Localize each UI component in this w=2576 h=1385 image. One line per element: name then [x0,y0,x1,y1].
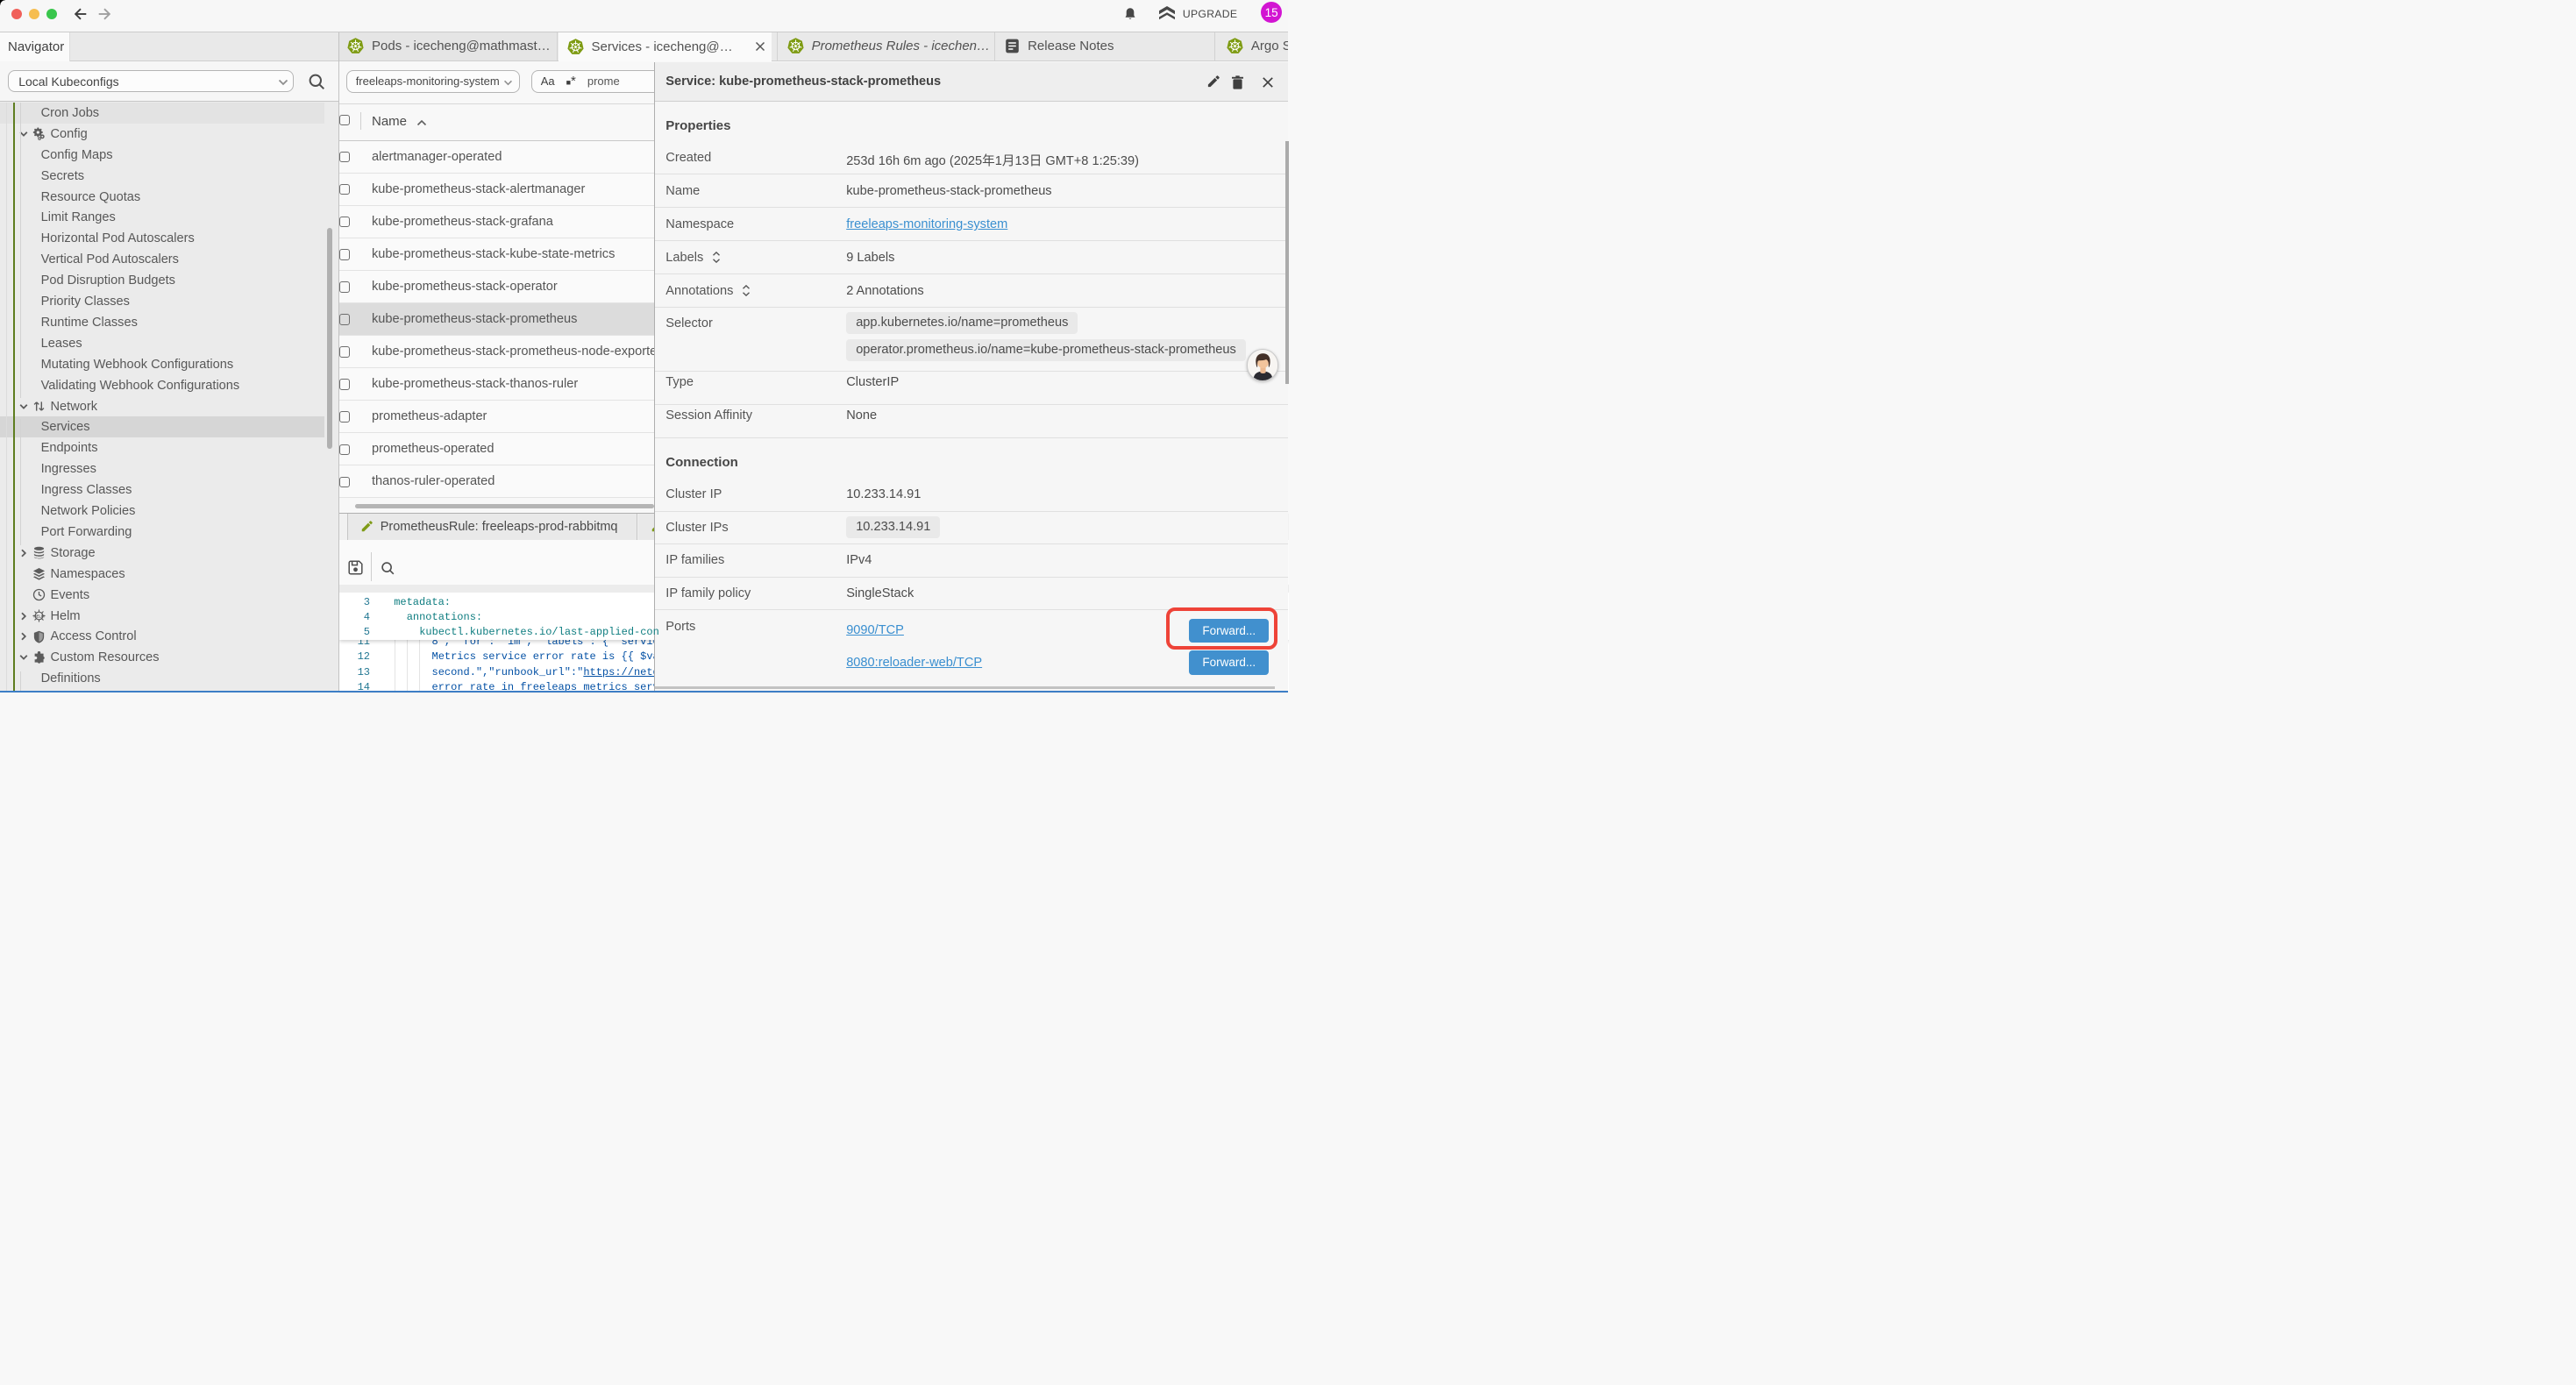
svg-text:HELM: HELM [33,614,45,618]
